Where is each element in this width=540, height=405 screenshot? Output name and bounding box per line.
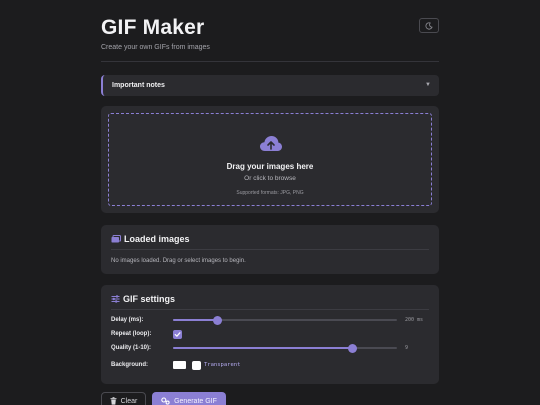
theme-toggle-button[interactable]	[419, 18, 439, 33]
transparent-label: Transparent	[204, 362, 241, 368]
important-notes-label: Important notes	[112, 82, 165, 89]
background-row: Background: Transparent	[111, 359, 429, 371]
quality-value: 9	[405, 345, 409, 351]
clear-button[interactable]: Clear	[101, 392, 146, 405]
repeat-row: Repeat (loop):	[111, 328, 429, 340]
cloud-upload-icon	[260, 136, 282, 151]
quality-label: Quality (1-10):	[111, 345, 152, 351]
generate-gif-button[interactable]: Generate GIF	[152, 392, 226, 405]
gif-settings-card: GIF settings Delay (ms): 200 ms Repeat (…	[101, 285, 439, 384]
loaded-images-empty-text: No images loaded. Drag or select images …	[111, 258, 246, 264]
quality-slider-fill	[173, 347, 353, 349]
gif-settings-title: GIF settings	[123, 294, 176, 304]
loaded-images-divider	[111, 249, 429, 250]
delay-slider-thumb[interactable]	[213, 315, 223, 325]
dropzone-card: Drag your images here Or click to browse…	[101, 106, 439, 213]
gear-icon	[161, 397, 170, 405]
loaded-images-card: Loaded images No images loaded. Drag or …	[101, 225, 439, 274]
checkmark-icon	[174, 331, 181, 337]
dropzone-title: Drag your images here	[226, 162, 314, 171]
delay-label: Delay (ms):	[111, 317, 144, 323]
trash-icon	[110, 397, 117, 405]
quality-slider-thumb[interactable]	[347, 343, 357, 353]
page-title: GIF Maker	[101, 16, 205, 39]
dropzone-subtitle: Or click to browse	[244, 175, 296, 182]
delay-slider[interactable]	[173, 315, 397, 325]
background-color-swatch[interactable]	[173, 361, 186, 369]
generate-gif-label: Generate GIF	[174, 397, 217, 405]
background-label: Background:	[111, 362, 149, 368]
quality-row: Quality (1-10): 9	[111, 342, 429, 354]
chevron-down-icon: ▼	[425, 82, 431, 88]
repeat-label: Repeat (loop):	[111, 331, 152, 337]
repeat-checkbox[interactable]	[173, 329, 182, 339]
delay-value: 200 ms	[405, 317, 424, 323]
sliders-icon	[111, 295, 120, 303]
gif-settings-header: GIF settings	[111, 294, 175, 304]
clear-label: Clear	[120, 397, 138, 405]
dropzone-formats: Supported formats: JPG, PNG	[236, 190, 304, 196]
page-subtitle: Create your own GIFs from images	[101, 44, 210, 51]
image-dropzone[interactable]: Drag your images here Or click to browse…	[108, 113, 432, 206]
header-divider	[101, 61, 439, 62]
quality-slider[interactable]	[173, 343, 397, 353]
delay-slider-fill	[173, 319, 218, 321]
transparent-checkbox[interactable]	[192, 360, 201, 370]
loaded-images-header: Loaded images	[111, 234, 190, 244]
important-notes-toggle[interactable]: Important notes ▼	[101, 75, 439, 96]
gif-settings-divider	[111, 309, 429, 310]
moon-icon	[425, 21, 433, 30]
loaded-images-title: Loaded images	[124, 234, 190, 244]
delay-row: Delay (ms): 200 ms	[111, 314, 429, 326]
images-icon	[111, 235, 121, 243]
